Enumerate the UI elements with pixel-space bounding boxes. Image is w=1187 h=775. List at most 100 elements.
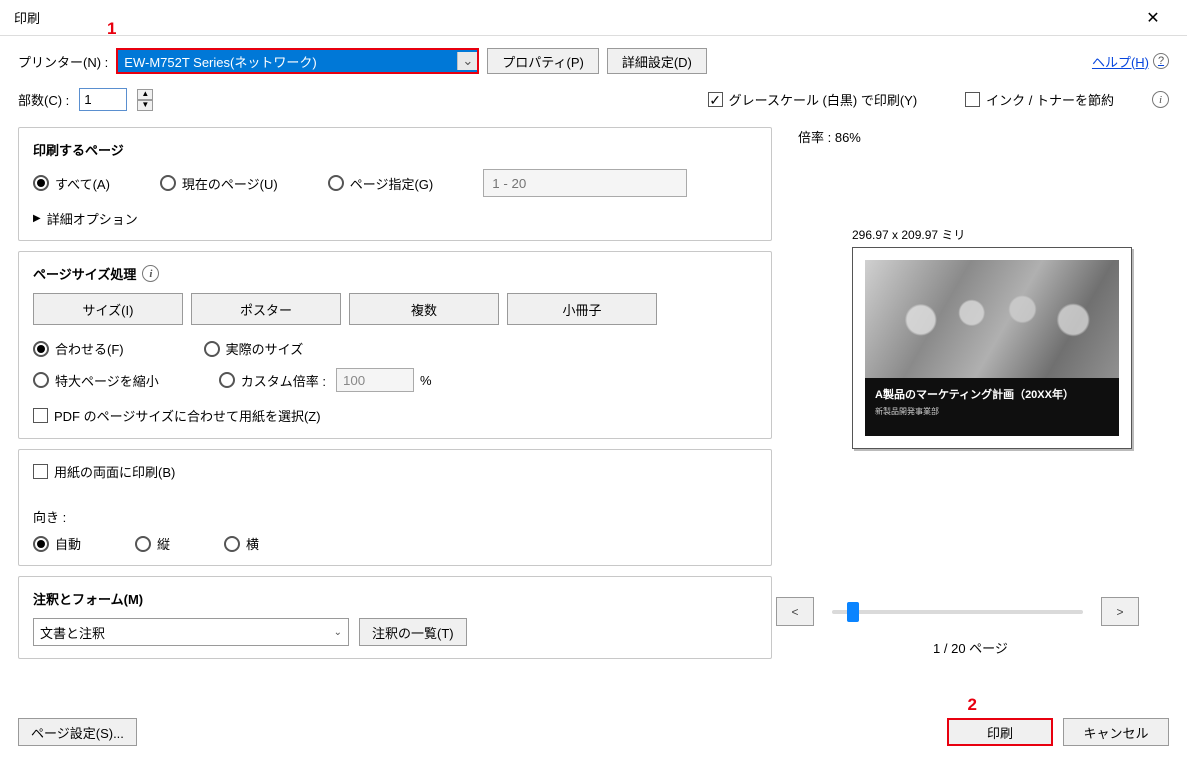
printer-row: プリンター(N) : EW-M752T Series(ネットワーク) ⌄ プロパ… xyxy=(18,48,1169,74)
custom-scale-input[interactable] xyxy=(336,368,414,392)
orient-landscape-label: 横 xyxy=(246,534,259,553)
percent-label: % xyxy=(420,373,432,388)
range-all-label: すべて(A) xyxy=(55,174,110,193)
tab-multi[interactable]: 複数 xyxy=(349,293,499,325)
callout-1: 1 xyxy=(107,19,116,39)
radio-icon xyxy=(135,536,151,552)
copies-label: 部数(C) : xyxy=(18,90,69,109)
duplex-label: 用紙の両面に印刷(B) xyxy=(54,462,175,481)
help-icon: ? xyxy=(1153,53,1169,69)
cancel-button[interactable]: キャンセル xyxy=(1063,718,1169,746)
paper-match-label: PDF のページサイズに合わせて用紙を選択(Z) xyxy=(54,406,321,425)
savetoner-label: インク / トナーを節約 xyxy=(986,90,1114,109)
orient-auto-radio[interactable]: 自動 xyxy=(33,534,81,553)
fit-label: 合わせる(F) xyxy=(55,339,124,358)
page-size-title: ページサイズ処理 i xyxy=(33,264,757,283)
orient-portrait-label: 縦 xyxy=(157,534,170,553)
dialog-title: 印刷 xyxy=(14,8,40,27)
radio-icon xyxy=(33,341,49,357)
print-range-panel: 印刷するページ すべて(A) 現在のページ(U) ページ指定(G) xyxy=(18,127,772,241)
actual-label: 実際のサイズ xyxy=(226,339,304,358)
radio-icon xyxy=(204,341,220,357)
page-indicator: 1 / 20 ページ xyxy=(772,638,1169,657)
radio-icon xyxy=(328,175,344,191)
footer-row: ページ設定(S)... 2 印刷 キャンセル xyxy=(18,695,1169,769)
printer-select[interactable]: EW-M752T Series(ネットワーク) ⌄ xyxy=(116,48,479,74)
printer-value: EW-M752T Series(ネットワーク) xyxy=(124,52,316,71)
print-range-title: 印刷するページ xyxy=(33,140,757,159)
checkbox-icon xyxy=(708,92,723,107)
callout-2: 2 xyxy=(968,695,977,715)
custom-label: カスタム倍率 : xyxy=(241,371,326,390)
range-all-radio[interactable]: すべて(A) xyxy=(33,174,110,193)
duplex-checkbox[interactable]: 用紙の両面に印刷(B) xyxy=(33,462,175,481)
shrink-radio[interactable]: 特大ページを縮小 xyxy=(33,371,159,390)
checkbox-icon xyxy=(33,408,48,423)
slider-thumb[interactable] xyxy=(847,602,859,622)
advanced-button[interactable]: 詳細設定(D) xyxy=(607,48,707,74)
next-page-button[interactable]: > xyxy=(1101,597,1139,626)
help-link-text: ヘルプ(H) xyxy=(1092,52,1149,71)
preview-doc-sub: 新製品開発事業部 xyxy=(875,406,1109,417)
preview-pane: 倍率 : 86% 296.97 x 209.97 ミリ A製品のマーケティング計… xyxy=(772,127,1169,669)
page-size-panel: ページサイズ処理 i サイズ(I) ポスター 複数 小冊子 合わせる(F) xyxy=(18,251,772,439)
preview-nav: < > xyxy=(776,597,1139,626)
range-current-radio[interactable]: 現在のページ(U) xyxy=(160,174,278,193)
radio-icon xyxy=(33,372,49,388)
checkbox-icon xyxy=(33,464,48,479)
copies-row: 部数(C) : ▲ ▼ グレースケール (白黒) で印刷(Y) インク / トナ… xyxy=(18,88,1169,111)
title-bar: 印刷 ✕ xyxy=(0,0,1187,36)
comments-list-button[interactable]: 注釈の一覧(T) xyxy=(359,618,467,646)
preview-ratio: 倍率 : 86% xyxy=(798,127,1169,146)
custom-radio[interactable]: カスタム倍率 : % xyxy=(219,368,432,392)
preview-thumbnail: A製品のマーケティング計画（20XX年） 新製品開発事業部 xyxy=(852,247,1132,449)
detail-options-label: 詳細オプション xyxy=(47,209,138,228)
shrink-label: 特大ページを縮小 xyxy=(55,371,159,390)
page-slider[interactable] xyxy=(832,610,1083,614)
paper-match-checkbox[interactable]: PDF のページサイズに合わせて用紙を選択(Z) xyxy=(33,406,321,425)
info-icon[interactable]: i xyxy=(1152,91,1169,108)
tab-size[interactable]: サイズ(I) xyxy=(33,293,183,325)
stepper-down-icon[interactable]: ▼ xyxy=(137,100,153,111)
tab-poster[interactable]: ポスター xyxy=(191,293,341,325)
checkbox-icon xyxy=(965,92,980,107)
range-current-label: 現在のページ(U) xyxy=(182,174,278,193)
comments-value: 文書と注釈 xyxy=(40,623,105,642)
radio-icon xyxy=(219,372,235,388)
orient-portrait-radio[interactable]: 縦 xyxy=(135,534,170,553)
savetoner-checkbox[interactable]: インク / トナーを節約 xyxy=(965,90,1114,109)
stepper-up-icon[interactable]: ▲ xyxy=(137,89,153,100)
radio-icon xyxy=(33,536,49,552)
grayscale-label: グレースケール (白黒) で印刷(Y) xyxy=(729,90,918,109)
copies-stepper[interactable]: ▲ ▼ xyxy=(137,89,153,111)
prev-page-button[interactable]: < xyxy=(776,597,814,626)
printer-label: プリンター(N) : xyxy=(18,52,108,71)
orientation-panel: 用紙の両面に印刷(B) 向き : 自動 縦 横 xyxy=(18,449,772,566)
close-icon[interactable]: ✕ xyxy=(1133,3,1173,33)
range-pages-label: ページ指定(G) xyxy=(350,174,434,193)
orient-auto-label: 自動 xyxy=(55,534,81,553)
orient-label: 向き : xyxy=(33,507,757,526)
detail-options-toggle[interactable]: ▶ 詳細オプション xyxy=(33,209,757,228)
comments-select[interactable]: 文書と注釈 ⌄ xyxy=(33,618,349,646)
orient-landscape-radio[interactable]: 横 xyxy=(224,534,259,553)
preview-doc-title: A製品のマーケティング計画（20XX年） xyxy=(875,386,1109,402)
info-icon[interactable]: i xyxy=(142,265,159,282)
copies-input[interactable] xyxy=(79,88,127,111)
radio-icon xyxy=(160,175,176,191)
preview-dimensions: 296.97 x 209.97 ミリ xyxy=(852,226,1169,243)
content-area: 1 プリンター(N) : EW-M752T Series(ネットワーク) ⌄ プ… xyxy=(0,36,1187,769)
fit-radio[interactable]: 合わせる(F) xyxy=(33,339,124,358)
triangle-right-icon: ▶ xyxy=(33,213,41,224)
actual-radio[interactable]: 実際のサイズ xyxy=(204,339,304,358)
print-button[interactable]: 印刷 xyxy=(947,718,1053,746)
help-link[interactable]: ヘルプ(H) ? xyxy=(1092,52,1169,71)
range-pages-radio[interactable]: ページ指定(G) xyxy=(328,174,434,193)
comments-panel: 注釈とフォーム(M) 文書と注釈 ⌄ 注釈の一覧(T) xyxy=(18,576,772,659)
page-setup-button[interactable]: ページ設定(S)... xyxy=(18,718,137,746)
comments-title: 注釈とフォーム(M) xyxy=(33,589,757,608)
grayscale-checkbox[interactable]: グレースケール (白黒) で印刷(Y) xyxy=(708,90,918,109)
properties-button[interactable]: プロパティ(P) xyxy=(487,48,599,74)
tab-booklet[interactable]: 小冊子 xyxy=(507,293,657,325)
range-input[interactable] xyxy=(483,169,687,197)
